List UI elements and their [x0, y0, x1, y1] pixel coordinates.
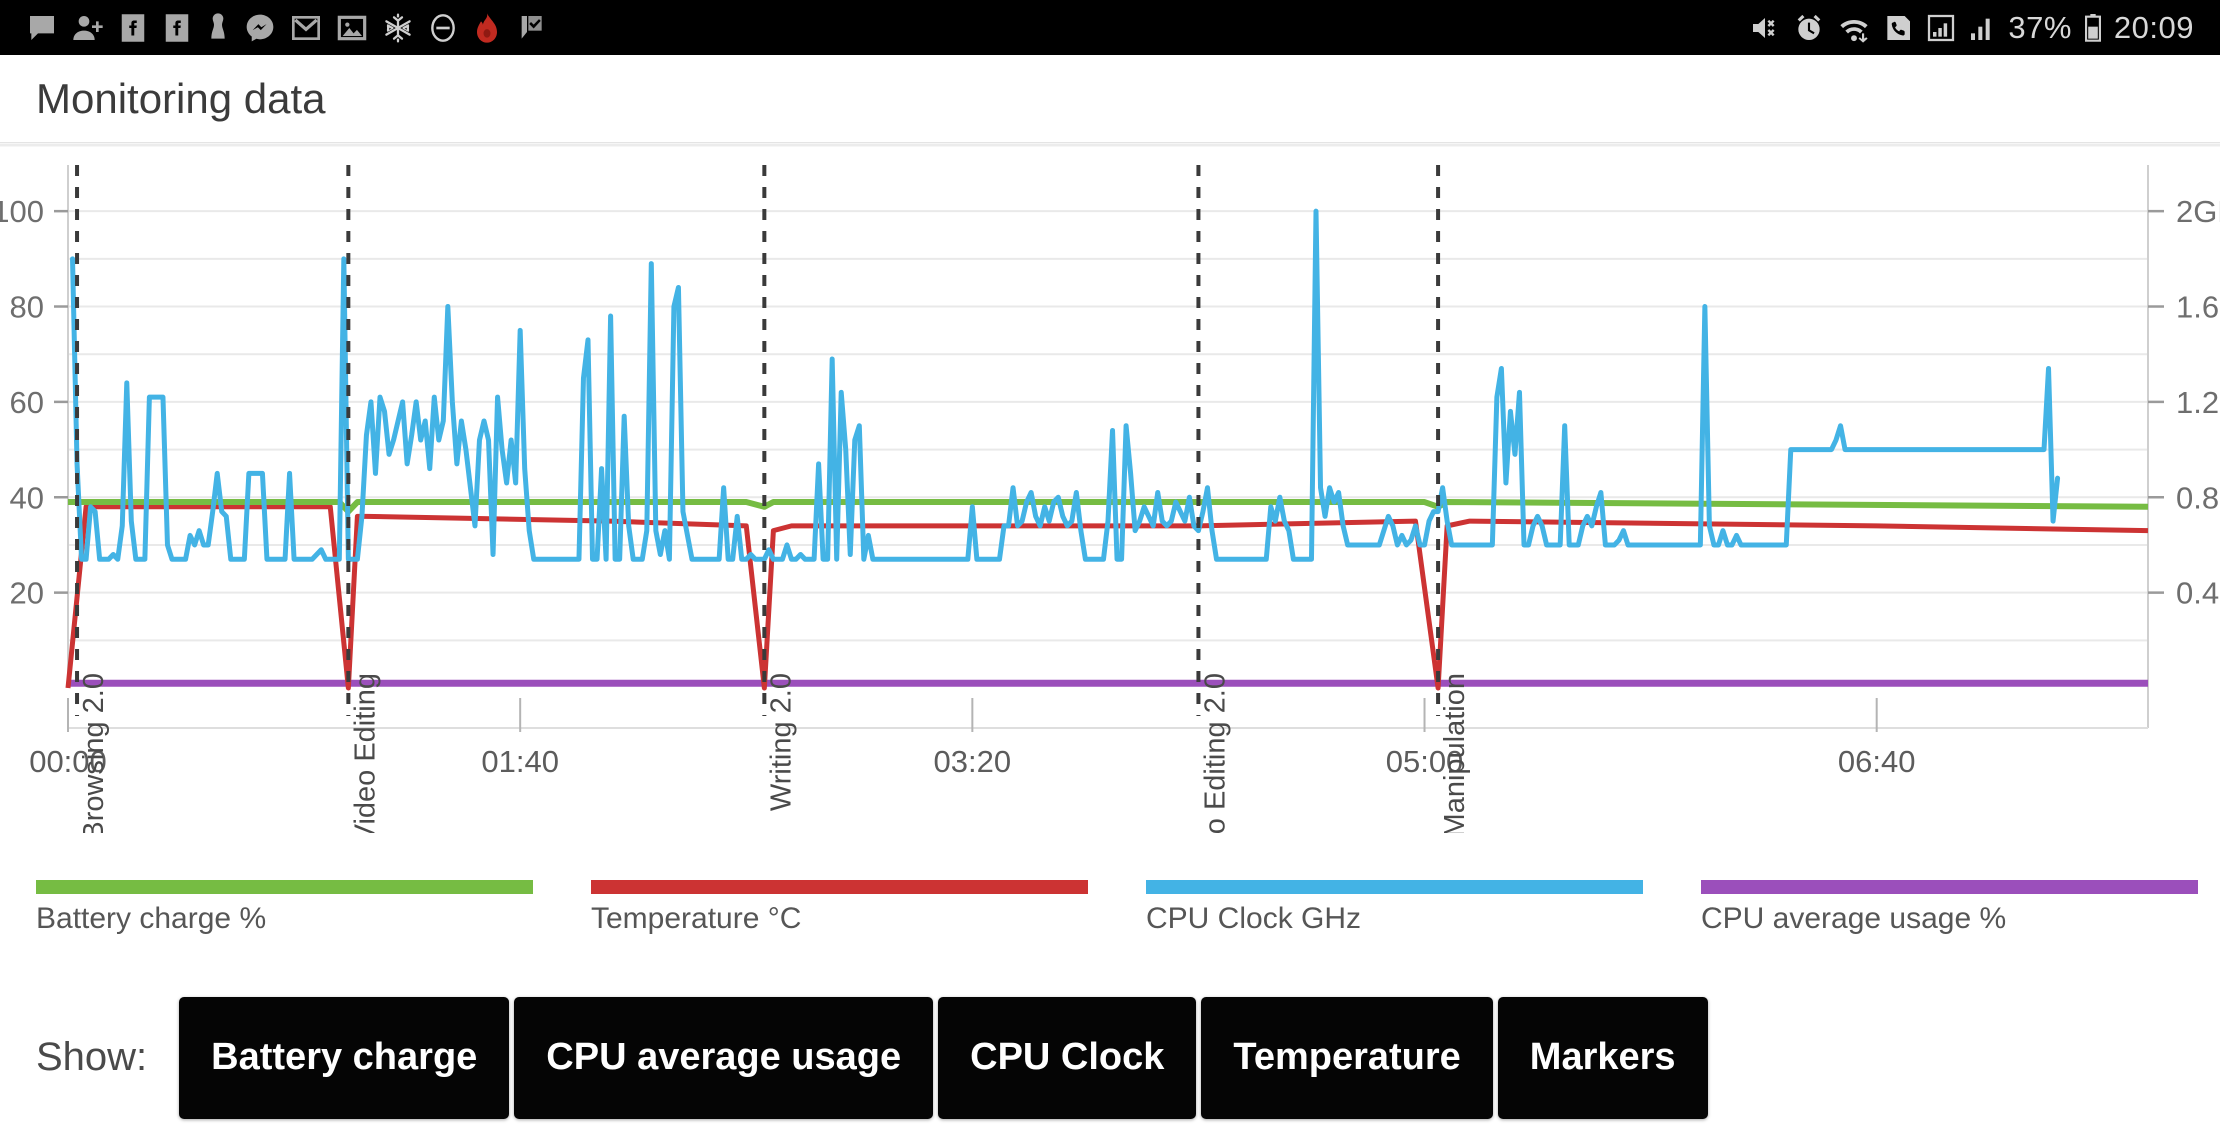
- checkmark-flag-icon: [521, 15, 542, 39]
- facebook-icon: [121, 13, 145, 42]
- signal-bars-icon: [1971, 18, 1991, 40]
- page-title: Monitoring data: [36, 74, 326, 122]
- battery-icon: [2084, 13, 2101, 42]
- svg-text:0.8GHz: 0.8GHz: [2176, 480, 2220, 515]
- snowflake-icon: [385, 13, 411, 42]
- toggle-temperature-button[interactable]: Temperature: [1201, 996, 1493, 1119]
- svg-text:60: 60: [10, 385, 44, 420]
- phone-data-icon: [1887, 15, 1911, 40]
- add-person-icon: [73, 15, 103, 40]
- mute-icon: [1753, 17, 1775, 38]
- legend-swatch-cpu-usage: [1701, 880, 2198, 894]
- svg-text:20: 20: [10, 576, 44, 611]
- legend-swatch-cpu-clock: [1146, 880, 1643, 894]
- chart-area: 20 40 60 80 100 0.4GHz 0.8GHz 1.2GHz 1.6GHz 2GHz 0…: [0, 143, 2220, 833]
- chart-marker-label: Video Editing: [349, 673, 381, 833]
- svg-text:80: 80: [10, 290, 44, 325]
- flame-icon: [477, 12, 497, 43]
- legend-item: CPU Clock GHz: [1110, 880, 1665, 960]
- svg-text:1.6GHz: 1.6GHz: [2176, 290, 2220, 325]
- battery-percent-label: 37%: [2008, 9, 2072, 45]
- legend-swatch-temperature: [591, 880, 1088, 894]
- legend-label-battery: Battery charge %: [36, 902, 267, 935]
- status-bar-left-icons: [26, 12, 546, 44]
- signal-boxed-icon: [1928, 14, 1955, 41]
- toggle-battery-charge-button[interactable]: Battery charge: [179, 996, 510, 1119]
- svg-text:06:40: 06:40: [1838, 744, 1916, 779]
- clock-label: 20:09: [2113, 9, 2194, 45]
- legend-item: CPU average usage %: [1665, 880, 2220, 960]
- legend-item: Battery charge %: [0, 880, 555, 960]
- card-header: Monitoring data: [0, 55, 2220, 143]
- svg-text:2GHz: 2GHz: [2176, 194, 2220, 229]
- toggle-cpu-clock-button[interactable]: CPU Clock: [938, 996, 1197, 1119]
- status-bar-right-icons: 37% 20:09: [1748, 10, 2194, 46]
- chart-legend: Battery charge % Temperature °C CPU Cloc…: [0, 880, 2220, 960]
- chart-marker-label: Web Browsing 2.0: [78, 673, 110, 833]
- toggle-markers-button[interactable]: Markers: [1497, 996, 1708, 1119]
- contact-icon: [211, 12, 225, 39]
- monitoring-card: Monitoring data 20 40 60 80 100 0.4GHz 0.8GHz 1…: [0, 55, 2220, 1119]
- legend-item: Temperature °C: [555, 880, 1110, 960]
- monitoring-chart[interactable]: 20 40 60 80 100 0.4GHz 0.8GHz 1.2GHz 1.6GHz 2GHz 0…: [0, 143, 2220, 833]
- svg-text:1.2GHz: 1.2GHz: [2176, 385, 2220, 420]
- status-bar: 37% 20:09: [0, 0, 2220, 55]
- chart-marker-label: Writing 2.0: [765, 673, 797, 811]
- svg-text:100: 100: [0, 194, 44, 229]
- message-icon: [30, 15, 54, 40]
- gmail-icon: [292, 15, 320, 40]
- svg-text:01:40: 01:40: [481, 744, 559, 779]
- svg-text:03:20: 03:20: [934, 744, 1012, 779]
- chart-marker-label: Photo Editing 2.0: [1199, 673, 1231, 833]
- wifi-icon: [1840, 19, 1868, 43]
- show-controls: Show: Battery charge CPU average usage C…: [0, 980, 2220, 1135]
- photos-icon: [337, 15, 367, 40]
- facebook-icon: [165, 13, 189, 42]
- chart-marker-label: Data Manipulation: [1439, 673, 1471, 833]
- show-label: Show:: [36, 1035, 148, 1079]
- legend-swatch-battery: [36, 880, 533, 894]
- legend-label-temperature: Temperature °C: [591, 902, 802, 935]
- svg-text:40: 40: [10, 480, 44, 515]
- alarm-icon: [1798, 14, 1821, 40]
- toggle-cpu-average-usage-button[interactable]: CPU average usage: [514, 996, 934, 1119]
- legend-label-cpu-clock: CPU Clock GHz: [1146, 902, 1362, 935]
- svg-text:0.4GHz: 0.4GHz: [2176, 576, 2220, 611]
- messenger-icon: [246, 14, 274, 41]
- legend-label-cpu-usage: CPU average usage %: [1701, 902, 2007, 935]
- do-not-disturb-icon: [431, 13, 455, 42]
